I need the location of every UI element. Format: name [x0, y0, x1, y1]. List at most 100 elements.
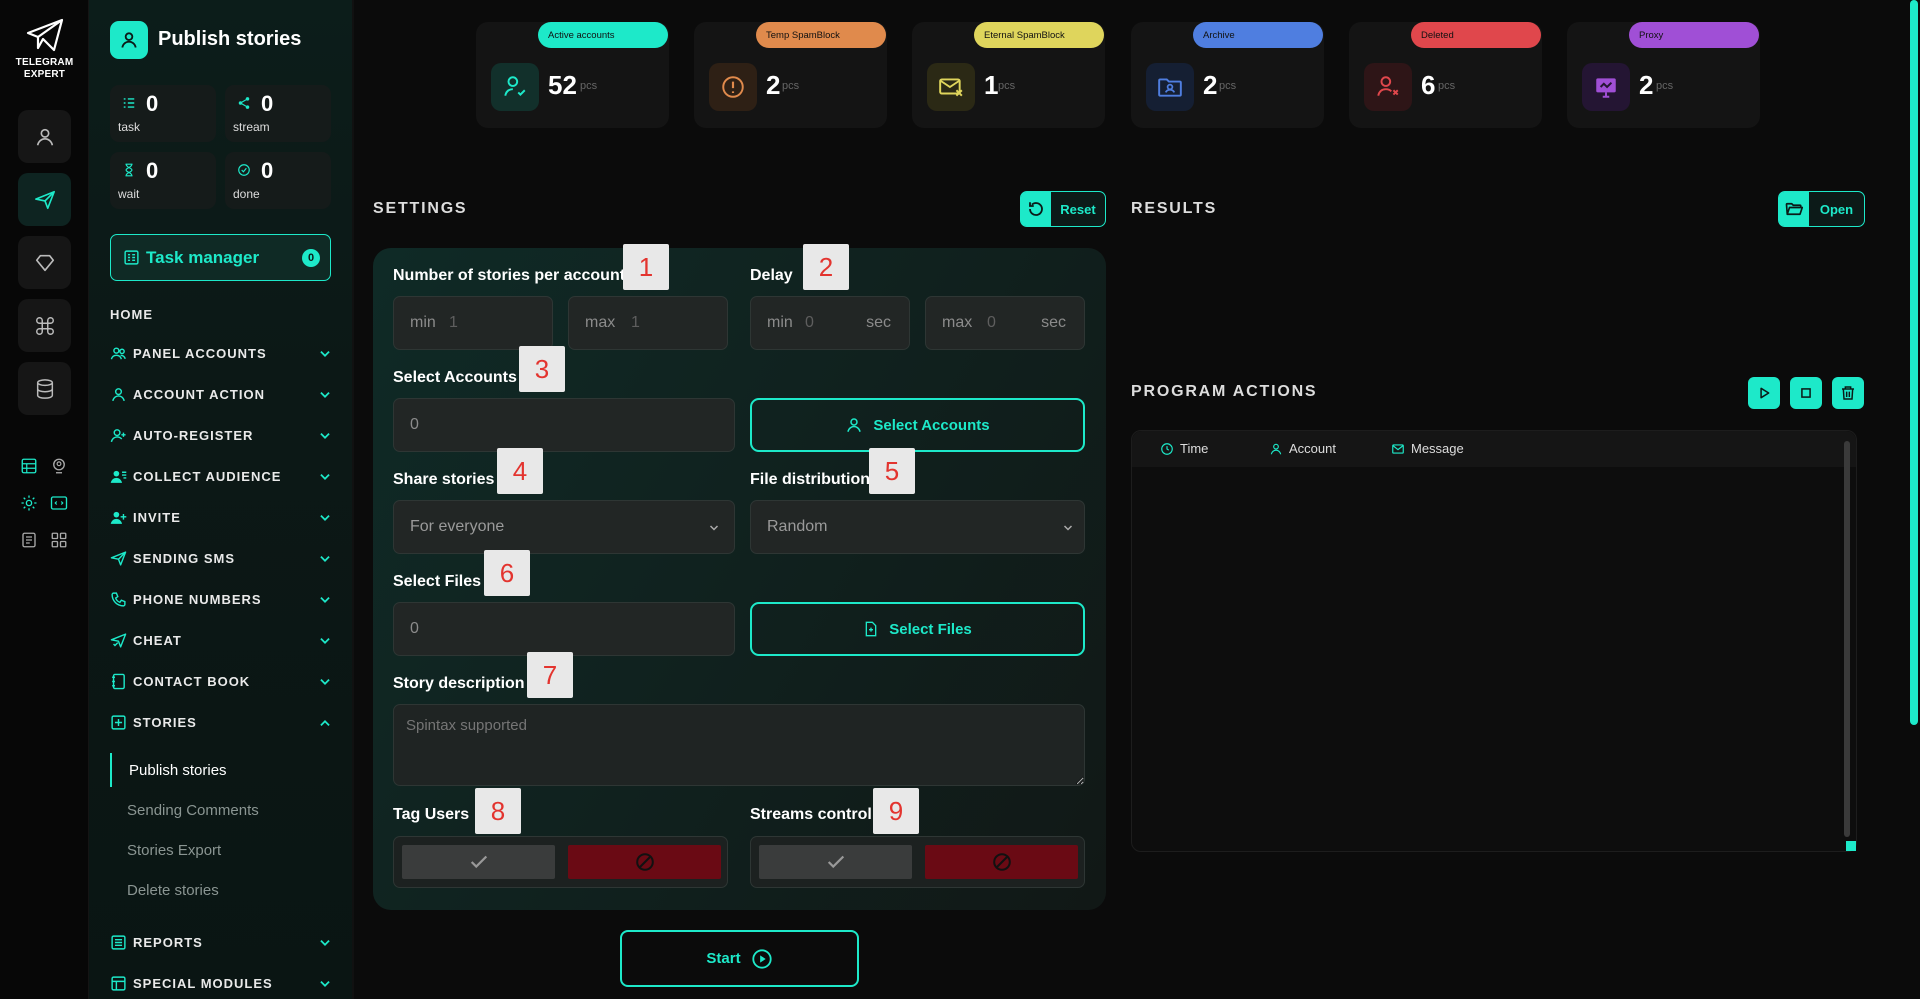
nav-collect-audience[interactable]: COLLECT AUDIENCE	[110, 464, 332, 490]
card-active-accounts[interactable]: Active accounts 52 pcs	[476, 22, 669, 128]
nav-invite[interactable]: INVITE	[110, 505, 332, 531]
subnav-sending-comments[interactable]: Sending Comments	[110, 793, 332, 827]
reset-button[interactable]: Reset	[1020, 191, 1106, 227]
tag-users-toggle	[393, 836, 728, 888]
column-message[interactable]: Message	[1391, 441, 1464, 456]
card-unit: pcs	[1219, 80, 1237, 92]
delay-min-input[interactable]: min 0 sec	[750, 296, 910, 350]
nav-stories[interactable]: STORIES	[110, 710, 332, 736]
column-account[interactable]: Account	[1269, 441, 1336, 456]
card-unit: pcs	[1656, 80, 1674, 92]
document-list-icon[interactable]	[18, 529, 40, 551]
marker-7: 7	[527, 652, 573, 698]
card-deleted[interactable]: Deleted 6 pcs	[1349, 22, 1542, 128]
chevron-down-icon	[320, 940, 330, 946]
streams-control-yes-button[interactable]	[759, 845, 912, 879]
settings-gear-icon[interactable]	[18, 492, 40, 514]
command-icon	[35, 316, 54, 335]
nav-phone-numbers[interactable]: PHONE NUMBERS	[110, 587, 332, 613]
user-icon	[1270, 443, 1282, 454]
sidebar-scrollbar[interactable]	[352, 0, 354, 999]
nav-auto-register[interactable]: AUTO-REGISTER	[110, 423, 332, 449]
card-label: Archive	[1193, 22, 1323, 48]
program-actions-log[interactable]: Time Account Message	[1131, 430, 1857, 852]
files-count-input[interactable]: 0	[393, 602, 735, 656]
task-manager-button[interactable]: Task manager 0	[110, 234, 331, 281]
stat-task: 0 task	[110, 85, 216, 142]
file-distribution-select[interactable]: Random	[750, 500, 1085, 554]
nav-special-modules[interactable]: SPECIAL MODULES	[110, 971, 332, 997]
select-accounts-button[interactable]: Select Accounts	[750, 398, 1085, 452]
stories-max-input[interactable]: max 1	[568, 296, 728, 350]
subnav-stories-export[interactable]: Stories Export	[110, 833, 332, 867]
share-stories-select[interactable]: For everyone	[393, 500, 735, 554]
location-user-icon[interactable]	[48, 455, 70, 477]
open-results-button[interactable]: Open	[1778, 191, 1865, 227]
stat-value: 0	[146, 158, 159, 183]
nav-cheat[interactable]: CHEAT	[110, 628, 332, 654]
stop-icon	[1801, 388, 1811, 398]
tag-users-yes-button[interactable]	[402, 845, 555, 879]
rail-send-button[interactable]	[18, 173, 71, 226]
hourglass-icon	[125, 163, 133, 177]
streams-control-toggle	[750, 836, 1085, 888]
select-accounts-label: Select Accounts	[393, 369, 517, 386]
check-icon	[827, 855, 844, 869]
stat-label: task	[118, 120, 141, 134]
column-time[interactable]: Time	[1160, 441, 1208, 456]
marker-9: 9	[873, 788, 919, 834]
stat-value: 0	[261, 91, 274, 116]
plus-square-icon	[111, 715, 126, 730]
card-eternal-spamblock[interactable]: Eternal SpamBlock 1 pcs	[912, 22, 1105, 128]
nav-sending-sms[interactable]: SENDING SMS	[110, 546, 332, 572]
actions-stop-button[interactable]	[1790, 377, 1822, 409]
nav-panel-accounts[interactable]: PANEL ACCOUNTS	[110, 341, 332, 367]
chevron-down-icon	[320, 392, 330, 398]
page-scrollbar[interactable]	[1910, 0, 1918, 725]
nav-reports[interactable]: REPORTS	[110, 930, 332, 956]
start-button[interactable]: Start	[620, 930, 859, 987]
input-prefix: max	[942, 314, 973, 331]
card-icon-box	[1364, 63, 1412, 111]
nav-account-action[interactable]: ACCOUNT ACTION	[110, 382, 332, 408]
card-temp-spamblock[interactable]: Temp SpamBlock 2 pcs	[694, 22, 887, 128]
accounts-count-input[interactable]: 0	[393, 398, 735, 452]
delay-max-input[interactable]: max 0 sec	[925, 296, 1085, 350]
table-icon[interactable]	[18, 455, 40, 477]
card-unit: pcs	[782, 80, 800, 92]
stories-min-input[interactable]: min 1	[393, 296, 553, 350]
rail-premium-button[interactable]	[18, 236, 71, 289]
audience-icon	[110, 470, 127, 483]
subnav-publish-stories[interactable]: Publish stories	[110, 753, 332, 787]
card-label: Proxy	[1629, 22, 1759, 48]
log-scrollbar[interactable]	[1844, 441, 1850, 837]
rail-commands-button[interactable]	[18, 299, 71, 352]
resize-handle[interactable]	[1846, 841, 1856, 851]
actions-play-button[interactable]	[1748, 377, 1780, 409]
nav-label: SENDING SMS	[133, 551, 236, 566]
nav-label: COLLECT AUDIENCE	[133, 469, 282, 484]
card-value: 6	[1421, 70, 1436, 100]
reset-label: Reset	[1060, 201, 1096, 217]
subnav-label: Sending Comments	[127, 802, 259, 819]
story-description-textarea[interactable]	[393, 704, 1085, 786]
chevron-down-icon	[320, 351, 330, 357]
select-files-button[interactable]: Select Files	[750, 602, 1085, 656]
card-label: Deleted	[1411, 22, 1541, 48]
actions-clear-button[interactable]	[1832, 377, 1864, 409]
code-window-icon[interactable]	[48, 492, 70, 514]
invite-icon	[110, 511, 127, 524]
subnav-label: Delete stories	[127, 882, 219, 899]
tag-users-no-button[interactable]	[568, 845, 721, 879]
rail-accounts-button[interactable]	[18, 110, 71, 163]
streams-control-no-button[interactable]	[925, 845, 1078, 879]
nav-contact-book[interactable]: CONTACT BOOK	[110, 669, 332, 695]
card-proxy[interactable]: Proxy 2 pcs	[1567, 22, 1760, 128]
nav-home[interactable]: HOME	[110, 307, 153, 322]
subnav-delete-stories[interactable]: Delete stories	[110, 873, 332, 907]
brand-logo[interactable]: TELEGRAM EXPERT	[10, 18, 79, 81]
modules-grid-icon[interactable]	[48, 529, 70, 551]
page-title-icon	[110, 21, 148, 59]
card-archive[interactable]: Archive 2 pcs	[1131, 22, 1324, 128]
rail-database-button[interactable]	[18, 362, 71, 415]
